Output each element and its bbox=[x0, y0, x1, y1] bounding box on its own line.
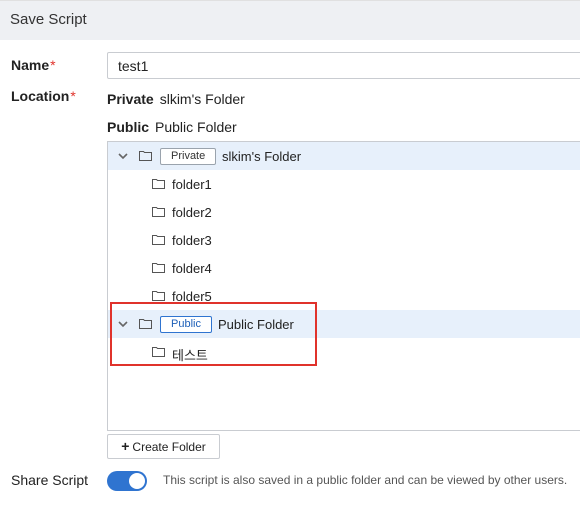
tree-node-folder3[interactable]: folder3 bbox=[108, 226, 580, 254]
name-input[interactable] bbox=[107, 52, 580, 79]
location-private-type: Private bbox=[107, 91, 154, 107]
chevron-down-icon[interactable] bbox=[116, 149, 130, 163]
folder-icon bbox=[152, 207, 165, 217]
tree-node-folder4[interactable]: folder4 bbox=[108, 254, 580, 282]
location-private-row: Private slkim's Folder bbox=[107, 91, 245, 107]
tree-node-label: folder2 bbox=[172, 205, 212, 220]
tree-node-label: Public Folder bbox=[218, 317, 294, 332]
share-script-toggle[interactable] bbox=[107, 471, 147, 491]
tree-node-label: folder3 bbox=[172, 233, 212, 248]
dialog-header: Save Script bbox=[0, 0, 580, 40]
folder-icon bbox=[152, 263, 165, 273]
folder-icon bbox=[139, 319, 152, 329]
share-script-description: This script is also saved in a public fo… bbox=[163, 473, 568, 487]
tree-node-label: 테스트 bbox=[172, 348, 208, 363]
folder-icon bbox=[152, 291, 165, 301]
folder-tree[interactable]: Private slkim's Folder folder1 folder2 f… bbox=[107, 141, 580, 431]
tree-node-folder1[interactable]: folder1 bbox=[108, 170, 580, 198]
create-folder-button[interactable]: + Create Folder bbox=[107, 434, 220, 459]
chevron-down-icon[interactable] bbox=[116, 317, 130, 331]
folder-icon bbox=[139, 151, 152, 161]
folder-icon bbox=[152, 179, 165, 189]
dialog-title: Save Script bbox=[10, 11, 87, 28]
tree-node-folder5[interactable]: folder5 bbox=[108, 282, 580, 310]
tree-node-private-root[interactable]: Private slkim's Folder bbox=[108, 142, 580, 170]
toggle-knob bbox=[129, 473, 145, 489]
tree-node-public-root[interactable]: Public Public Folder bbox=[108, 310, 580, 338]
tree-node-test-folder[interactable]: 테스트 bbox=[108, 338, 580, 366]
required-mark: * bbox=[50, 57, 56, 73]
tree-node-label: folder4 bbox=[172, 261, 212, 276]
tree-node-label: folder5 bbox=[172, 289, 212, 304]
private-badge: Private bbox=[160, 148, 217, 165]
location-public-type: Public bbox=[107, 119, 150, 135]
required-mark: * bbox=[70, 88, 76, 104]
tree-node-label: slkim's Folder bbox=[222, 149, 302, 164]
location-private-path: slkim's Folder bbox=[159, 91, 245, 107]
public-badge: Public bbox=[160, 316, 212, 333]
name-label: Name* bbox=[11, 57, 56, 73]
folder-icon bbox=[152, 347, 165, 357]
location-label: Location* bbox=[11, 88, 76, 104]
location-public-row: Public Public Folder bbox=[107, 119, 237, 135]
tree-node-label: folder1 bbox=[172, 177, 212, 192]
folder-icon bbox=[152, 235, 165, 245]
location-public-path: Public Folder bbox=[155, 119, 237, 135]
share-script-label: Share Script bbox=[11, 472, 89, 488]
plus-icon: + bbox=[121, 438, 130, 454]
tree-node-folder2[interactable]: folder2 bbox=[108, 198, 580, 226]
